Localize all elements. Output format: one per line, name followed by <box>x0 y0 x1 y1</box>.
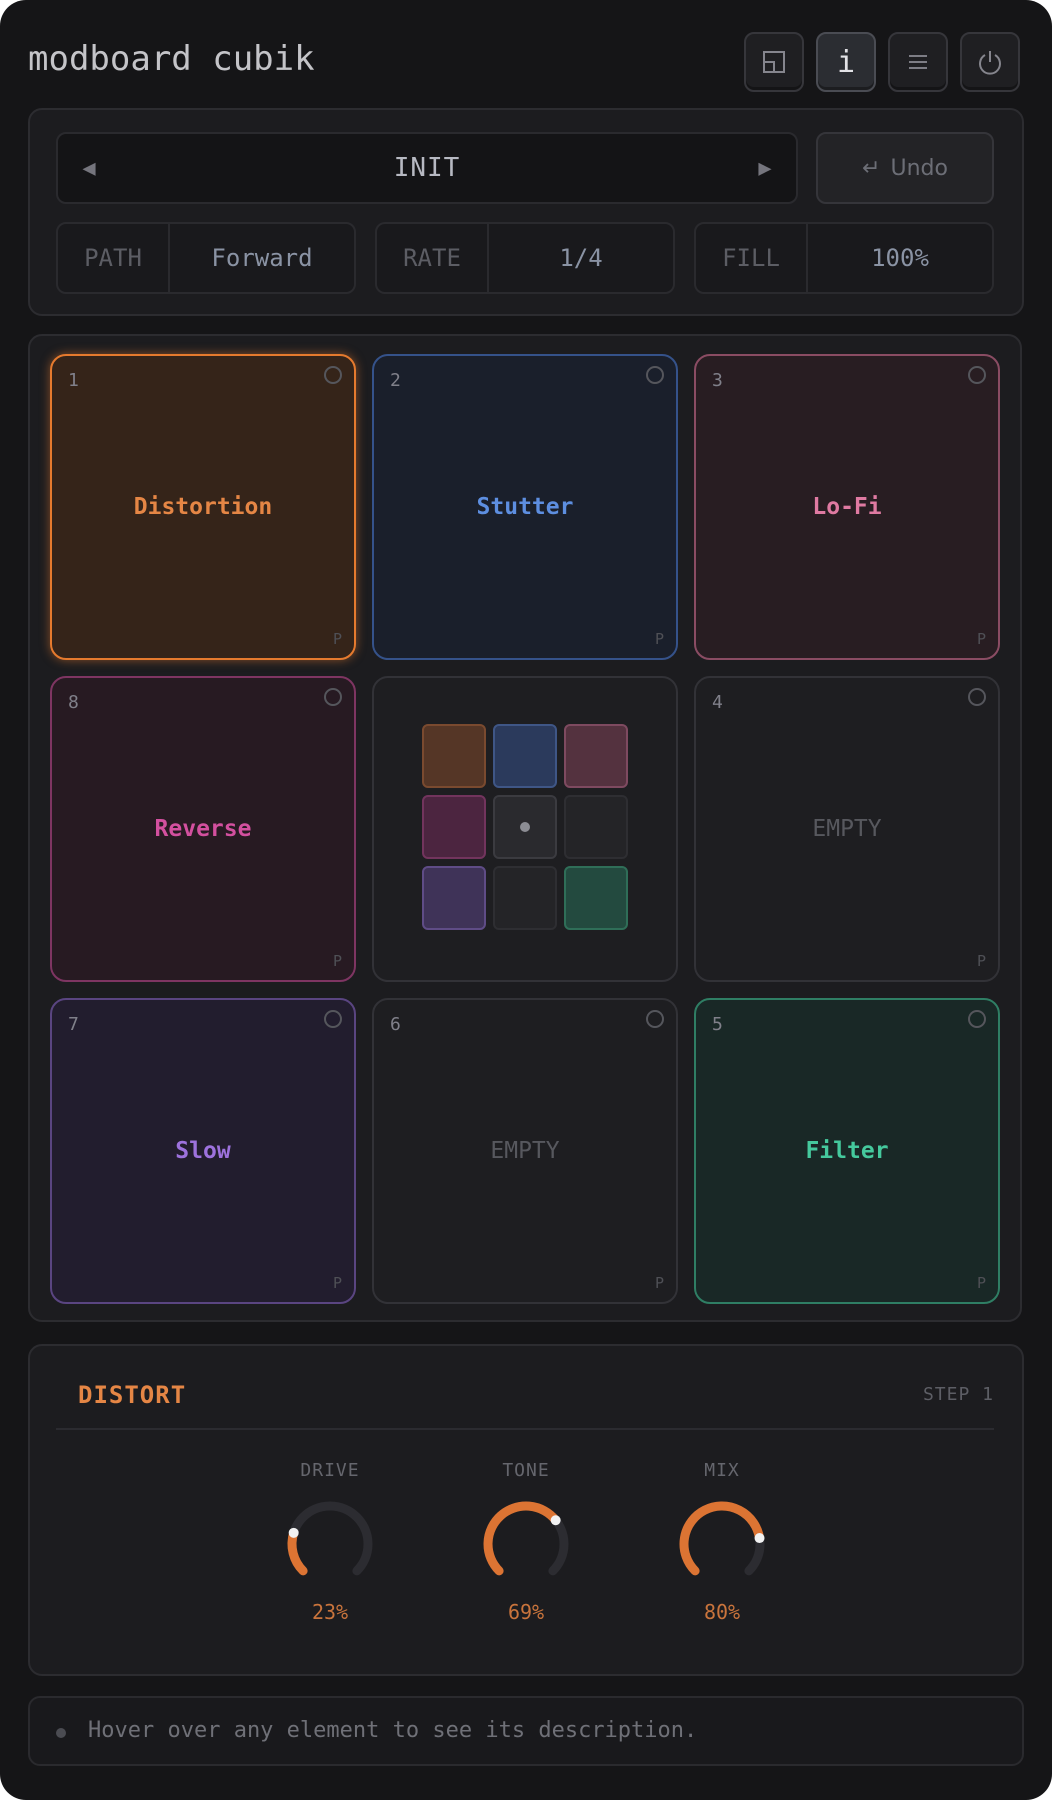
pad-p-marker: P <box>654 630 664 648</box>
pad-lofi[interactable]: 3 Lo-Fi P <box>694 354 1000 660</box>
next-preset-button[interactable]: ▶ <box>740 134 790 202</box>
pad-overview <box>372 676 678 982</box>
mini-cell-slow[interactable] <box>422 866 486 930</box>
path-value[interactable]: Forward <box>170 224 354 292</box>
menu-button[interactable] <box>888 32 948 92</box>
triangle-right-icon: ▶ <box>758 155 772 181</box>
mini-cell-reverse[interactable] <box>422 795 486 859</box>
path-label: PATH <box>58 224 170 292</box>
fill-label: FILL <box>696 224 808 292</box>
pad-label: Slow <box>175 1138 231 1164</box>
prev-preset-button[interactable]: ◀ <box>64 134 114 202</box>
pad-label: EMPTY <box>490 1138 560 1164</box>
tone-value: 69% <box>507 1600 545 1624</box>
mini-cell-empty[interactable] <box>564 795 628 859</box>
pad-p-marker: P <box>976 952 986 970</box>
pad-reverse[interactable]: 8 Reverse P <box>50 676 356 982</box>
effect-title: DISTORT <box>78 1381 187 1409</box>
pad-distortion[interactable]: 1 Distortion P <box>50 354 356 660</box>
status-bar: Hover over any element to see its descri… <box>28 1696 1024 1766</box>
pad-p-marker: P <box>332 1274 342 1292</box>
pad-p-marker: P <box>976 630 986 648</box>
pad-label: Stutter <box>476 494 574 520</box>
plugin-window: modboard cubik i ◀ INIT ▶ ↵ Undo PATH Fo… <box>0 0 1052 1800</box>
drive-value: 23% <box>311 1600 349 1624</box>
pad-label: Lo-Fi <box>812 494 882 520</box>
drive-knob[interactable] <box>280 1494 380 1594</box>
window-icon <box>763 51 785 73</box>
power-button[interactable] <box>960 32 1020 92</box>
preset-name[interactable]: INIT <box>118 134 736 202</box>
tone-knob[interactable] <box>476 1494 576 1594</box>
app-title: modboard cubik <box>28 39 315 79</box>
mini-cell-filter[interactable] <box>564 866 628 930</box>
info-button[interactable]: i <box>816 32 876 92</box>
menu-icon <box>909 55 927 69</box>
center-dot <box>520 822 530 832</box>
fill-value[interactable]: 100% <box>808 224 992 292</box>
undo-button[interactable]: ↵ Undo <box>816 132 994 204</box>
mini-cell-lofi[interactable] <box>564 724 628 788</box>
layout-button[interactable] <box>744 32 804 92</box>
mix-label: MIX <box>704 1460 740 1481</box>
step-indicator: STEP 1 <box>922 1384 994 1405</box>
rate-label: RATE <box>377 224 489 292</box>
pad-p-marker: P <box>332 952 342 970</box>
pad-empty-6[interactable]: 6 EMPTY P <box>372 998 678 1304</box>
rate-value[interactable]: 1/4 <box>489 224 673 292</box>
pad-p-marker: P <box>332 630 342 648</box>
pad-label: Reverse <box>154 816 252 842</box>
pad-label: EMPTY <box>812 816 882 842</box>
info-icon: i <box>836 44 856 80</box>
mini-cell-distortion[interactable] <box>422 724 486 788</box>
status-dot-icon <box>56 1728 66 1738</box>
fill-param[interactable]: FILL 100% <box>694 222 994 294</box>
mix-value: 80% <box>703 1600 741 1624</box>
pad-stutter[interactable]: 2 Stutter P <box>372 354 678 660</box>
section-divider <box>56 1428 994 1430</box>
pad-label: Distortion <box>133 494 273 520</box>
mini-cell-empty[interactable] <box>493 866 557 930</box>
status-text: Hover over any element to see its descri… <box>88 1718 698 1743</box>
pad-slow[interactable]: 7 Slow P <box>50 998 356 1304</box>
undo-label: Undo <box>890 155 948 181</box>
mini-cell-stutter[interactable] <box>493 724 557 788</box>
triangle-left-icon: ◀ <box>82 155 96 181</box>
mini-cell-center <box>493 795 557 859</box>
return-arrow-icon: ↵ <box>862 155 881 181</box>
drive-label: DRIVE <box>300 1460 360 1481</box>
tone-label: TONE <box>502 1460 550 1481</box>
mix-knob[interactable] <box>672 1494 772 1594</box>
power-icon <box>979 51 1001 75</box>
rate-param[interactable]: RATE 1/4 <box>375 222 675 294</box>
path-param[interactable]: PATH Forward <box>56 222 356 294</box>
preset-selector: ◀ INIT ▶ <box>56 132 798 204</box>
pad-filter[interactable]: 5 Filter P <box>694 998 1000 1304</box>
pad-empty-4[interactable]: 4 EMPTY P <box>694 676 1000 982</box>
pad-label: Filter <box>805 1138 889 1164</box>
pad-p-marker: P <box>976 1274 986 1292</box>
pad-p-marker: P <box>654 1274 664 1292</box>
